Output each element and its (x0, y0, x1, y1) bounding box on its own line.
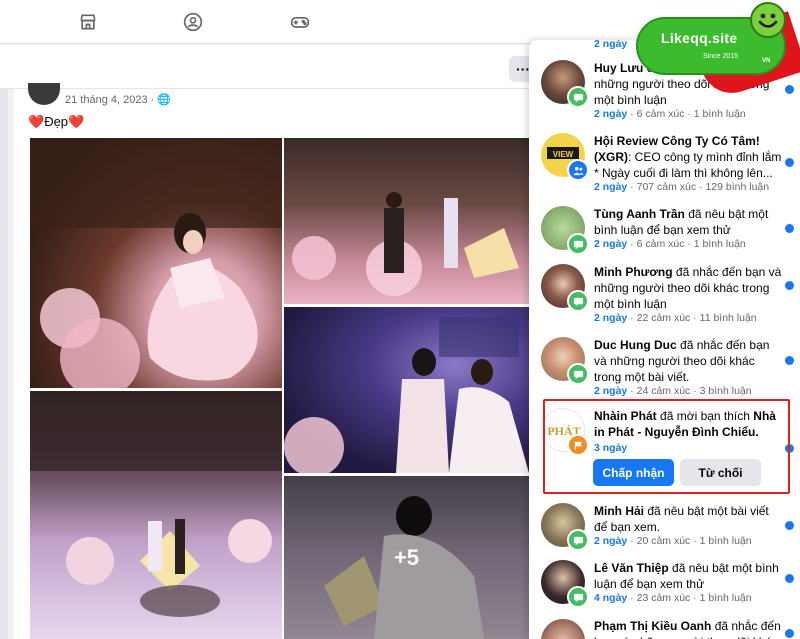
watermark-vn: VN (762, 58, 771, 64)
notification-text: Lê Văn Thiệp đã nêu bật một bình luận để… (594, 561, 779, 591)
post-header-bar (0, 45, 540, 89)
notification-text: Minh Hải đã nêu bật một bài viết để bạn … (594, 504, 769, 534)
notification-meta: 3 ngày (594, 442, 628, 454)
groups-icon[interactable] (181, 10, 205, 34)
post-photo-4[interactable] (30, 391, 282, 639)
notification-meta: 4 ngày · 23 cảm xúc · 1 bình luận (594, 592, 752, 604)
post-photo-5-more[interactable]: +5 (284, 476, 529, 639)
notification-text: Hội Review Công Ty Có Tâm! (XGR): CEO cô… (594, 134, 782, 180)
post-author-avatar[interactable] (28, 83, 60, 105)
post-photo-3[interactable] (284, 307, 529, 473)
unread-dot (785, 281, 794, 290)
unread-dot (785, 629, 794, 638)
unread-dot (785, 356, 794, 365)
smiley-face-icon (750, 2, 786, 38)
post-timestamp[interactable]: 21 tháng 4, 2023 · 🌐 (65, 93, 171, 106)
post-date-text: 21 tháng 4, 2023 · (65, 94, 155, 106)
comment-badge-icon (567, 363, 589, 385)
caption-text: Đẹp (44, 114, 69, 129)
group-badge-icon (567, 159, 589, 181)
post-caption: ❤️Đẹp❤️ (28, 114, 84, 130)
page-flag-badge-icon (567, 434, 589, 456)
notification-item[interactable]: Duc Hung Duc đã nhắc đến bạn và những ng… (529, 335, 800, 405)
globe-icon: 🌐 (157, 94, 172, 106)
avatar (541, 619, 585, 639)
notification-text: Minh Phương đã nhắc đến bạn và những ngư… (594, 265, 782, 311)
notifications-panel: 2 ngày Huy Lưu đã nhắc đến bạn và những … (529, 40, 800, 639)
notification-item[interactable]: Minh Phương đã nhắc đến bạn và những ngư… (529, 262, 800, 332)
gaming-icon[interactable] (288, 10, 312, 34)
notification-text: Tùng Aanh Trần đã nêu bật một bình luận … (594, 207, 769, 237)
comment-badge-icon (567, 290, 589, 312)
notification-text: Duc Hung Duc đã nhắc đến bạn và những ng… (594, 338, 770, 384)
post-photo-1[interactable] (30, 138, 282, 388)
unread-dot (785, 224, 794, 233)
notification-meta: 2 ngày · 24 cảm xúc · 3 bình luận (594, 385, 752, 397)
notification-text: Phạm Thị Kiều Oanh đã nhắc đến bạn và nh… (594, 619, 781, 639)
notification-text: Nhàin Phát đã mời bạn thích Nhà in Phát … (594, 409, 776, 439)
comment-badge-icon (567, 86, 589, 108)
unread-dot (785, 574, 794, 583)
decline-page-invite-button[interactable]: Từ chối (680, 459, 761, 486)
notification-item[interactable]: VIEW Hội Review Công Ty Có Tâm! (XGR): C… (529, 133, 800, 203)
watermark-since: Since 2015 (703, 53, 739, 60)
notification-meta: 2 ngày · 6 cảm xúc · 1 bình luận (594, 238, 746, 250)
more-photos-overlay[interactable]: +5 (284, 476, 529, 639)
notification-item[interactable]: Lê Văn Thiệp đã nêu bật một bình luận để… (529, 558, 800, 616)
more-photos-count: +5 (393, 544, 420, 570)
unread-dot (785, 158, 794, 167)
svg-text:VIEW: VIEW (553, 150, 574, 159)
notification-meta: 2 ngày · 6 cảm xúc · 1 bình luận (594, 108, 746, 120)
accept-page-invite-button[interactable]: Chấp nhận (593, 459, 674, 486)
heart-icon: ❤️ (28, 114, 45, 129)
unread-dot (785, 85, 794, 94)
unread-dot (785, 521, 794, 530)
notification-time-partial: 2 ngày (594, 40, 627, 50)
comment-badge-icon (567, 233, 589, 255)
watermark-brand: Likeqq.site (661, 30, 738, 46)
left-sidebar-edge (0, 45, 8, 639)
post-photo-2[interactable] (284, 138, 529, 304)
notification-item[interactable]: Phạm Thị Kiều Oanh đã nhắc đến bạn và nh… (529, 617, 800, 639)
notification-meta: 2 ngày · 22 cảm xúc · 11 bình luận (594, 312, 757, 324)
heart-icon: ❤️ (68, 114, 85, 129)
notification-item[interactable]: Tùng Aanh Trần đã nêu bật một bình luận … (529, 206, 800, 264)
comment-badge-icon (567, 586, 589, 608)
notification-item[interactable]: Minh Hải đã nêu bật một bài viết để bạn … (529, 501, 800, 559)
unread-dot (785, 444, 794, 453)
notification-meta: 2 ngày · 20 cảm xúc · 1 bình luận (594, 535, 752, 547)
marketplace-icon[interactable] (76, 10, 100, 34)
notification-meta: 2 ngày · 707 cảm xúc · 129 bình luận (594, 181, 770, 193)
comment-badge-icon (567, 529, 589, 551)
notification-time: 2 ngày (594, 40, 628, 50)
